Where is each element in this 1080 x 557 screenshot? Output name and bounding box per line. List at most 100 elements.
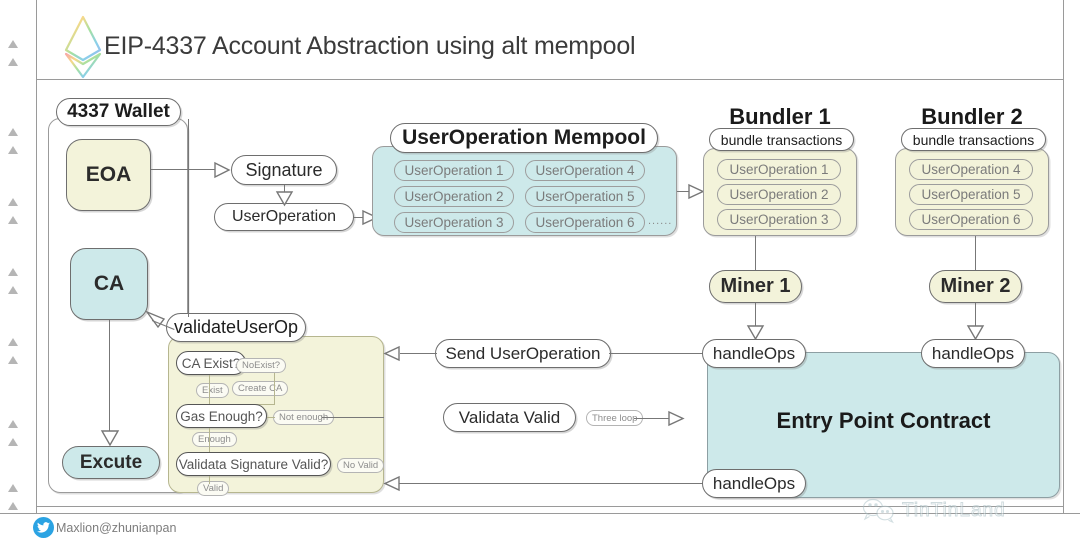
bundler-subtitle-label: bundle transactions <box>912 131 1035 148</box>
frame-right-border <box>1063 0 1064 514</box>
connector-bundler2-to-miner2 <box>975 236 977 270</box>
connector-eoa-to-signature <box>151 169 216 171</box>
connector-bundler1-to-miner1 <box>755 236 757 270</box>
connector-ca-to-execute <box>109 320 111 432</box>
page-title: EIP-4337 Account Abstraction using alt m… <box>104 32 636 60</box>
mempool-op-item[interactable]: UserOperation 3 <box>394 212 514 233</box>
validate-step-node[interactable]: Gas Enough? <box>176 404 267 428</box>
ruler-mark-icon <box>8 286 18 294</box>
watermark-text: TinTinLand <box>902 500 1006 522</box>
validate-branch-no: No Valid <box>337 458 385 473</box>
bundler-op-item[interactable]: UserOperation 2 <box>717 184 841 205</box>
handleops-node-2[interactable]: handleOps <box>921 339 1025 368</box>
validata-valid-node[interactable]: Validata Valid <box>443 403 576 432</box>
mempool-op-item[interactable]: UserOperation 1 <box>394 160 514 181</box>
ruler-mark-icon <box>8 338 18 346</box>
signature-node[interactable]: Signature <box>231 155 337 185</box>
ruler-mark-icon <box>8 268 18 276</box>
validate-step-label: CA Exist? <box>181 355 241 371</box>
ruler-mark-icon <box>8 502 18 510</box>
arrowhead-eoa-to-signature <box>214 161 231 179</box>
bundler-op-item[interactable]: UserOperation 6 <box>909 209 1033 230</box>
mempool-op-item[interactable]: UserOperation 4 <box>525 160 645 181</box>
connector-step1-create-ca <box>274 373 276 405</box>
eoa-node[interactable]: EOA <box>66 139 151 211</box>
validate-step-label: Gas Enough? <box>180 408 263 424</box>
ruler-mark-icon <box>8 40 18 48</box>
bundler-op-item[interactable]: UserOperation 3 <box>717 209 841 230</box>
ethereum-logo-icon <box>64 15 102 79</box>
ruler-mark-icon <box>8 356 18 364</box>
mempool-title-chip: UserOperation Mempool <box>390 123 658 153</box>
send-userop-node[interactable]: Send UserOperation <box>435 339 611 368</box>
arrowhead-miner2-to-handleops <box>966 325 985 341</box>
validate-branch-no: NoExist? <box>236 358 287 373</box>
diagram-canvas: EIP-4337 Account Abstraction using alt m… <box>0 0 1080 557</box>
handleops-bottom-label: handleOps <box>712 473 796 493</box>
bundler-subtitle-label: bundle transactions <box>720 131 843 148</box>
bundler-subtitle-chip: bundle transactions <box>709 128 854 151</box>
handleops-node-bottom[interactable]: handleOps <box>702 469 806 498</box>
connector-sendop-right <box>609 353 704 355</box>
ruler-mark-icon <box>8 216 18 224</box>
signature-label: Signature <box>245 159 323 180</box>
send-userop-label: Send UserOperation <box>445 343 601 363</box>
validata-valid-label: Validata Valid <box>458 407 561 427</box>
mempool-ellipsis: ...... <box>648 215 673 227</box>
ruler-mark-icon <box>8 58 18 66</box>
mempool-op-item[interactable]: UserOperation 6 <box>525 212 645 233</box>
ruler-mark-icon <box>8 438 18 446</box>
ca-label: CA <box>93 272 125 295</box>
mempool-op-item[interactable]: UserOperation 2 <box>394 186 514 207</box>
twitter-handle-label: Maxlion@zhunianpan <box>56 521 177 535</box>
validate-branch-yes: Enough <box>192 432 237 447</box>
ruler-mark-icon <box>8 128 18 136</box>
execute-label: Excute <box>79 451 143 473</box>
handleops-label: handleOps <box>931 343 1015 363</box>
miner-label: Miner 2 <box>940 275 1011 297</box>
connector-step3-yes <box>209 476 211 484</box>
validate-branch-yes: Valid <box>197 481 230 496</box>
connector-step1-yes <box>209 375 211 405</box>
connector-sendop-left <box>400 353 437 355</box>
connector-step2-no-out <box>322 417 384 419</box>
ruler-mark-icon <box>8 198 18 206</box>
arrowhead-handleops-bottom-to-validate <box>383 475 400 492</box>
mempool-title-label: UserOperation Mempool <box>402 126 646 149</box>
frame-top-divider <box>36 79 1063 80</box>
bundler-op-item[interactable]: UserOperation 4 <box>909 159 1033 180</box>
wechat-icon <box>862 498 894 524</box>
miner-node[interactable]: Miner 2 <box>929 270 1022 303</box>
bundler-title: Bundler 1 <box>729 104 831 129</box>
execute-node[interactable]: Excute <box>62 446 160 479</box>
wallet-title-label: 4337 Wallet <box>67 101 170 122</box>
bundler-title: Bundler 2 <box>921 104 1023 129</box>
bundler-op-item[interactable]: UserOperation 5 <box>909 184 1033 205</box>
bundler-op-item[interactable]: UserOperation 1 <box>717 159 841 180</box>
ruler-mark-icon <box>8 420 18 428</box>
handleops-node-1[interactable]: handleOps <box>702 339 806 368</box>
miner-label: Miner 1 <box>720 275 791 297</box>
miner-node[interactable]: Miner 1 <box>709 270 802 303</box>
mempool-op-item[interactable]: UserOperation 5 <box>525 186 645 207</box>
arrowhead-sendop-to-validate <box>383 345 400 362</box>
validate-branch-action: Create CA <box>232 381 289 396</box>
validate-step-node[interactable]: Validata Signature Valid? <box>176 452 331 476</box>
arrowhead-mempool-to-bundler1 <box>688 183 705 200</box>
ca-node[interactable]: CA <box>70 248 148 320</box>
validate-branch-yes: Exist <box>196 383 229 398</box>
twitter-bird-icon <box>33 517 54 538</box>
connector-step2-no <box>267 417 275 419</box>
ruler-mark-icon <box>8 146 18 154</box>
connector-handleops-bottom-to-validate <box>384 483 704 485</box>
arrowhead-ca-to-execute <box>100 430 120 447</box>
arrowhead-three-loop <box>668 410 685 427</box>
frame-left-border <box>36 0 37 514</box>
ruler-mark-icon <box>8 484 18 492</box>
validate-userop-title-chip: validateUserOp <box>166 313 306 342</box>
validate-userop-title-label: validateUserOp <box>173 317 299 337</box>
user-operation-node[interactable]: UserOperation <box>214 203 354 231</box>
wallet-title-chip: 4337 Wallet <box>56 98 181 126</box>
arrowhead-signature-to-userop <box>275 191 294 207</box>
entry-point-title: Entry Point Contract <box>776 408 991 433</box>
